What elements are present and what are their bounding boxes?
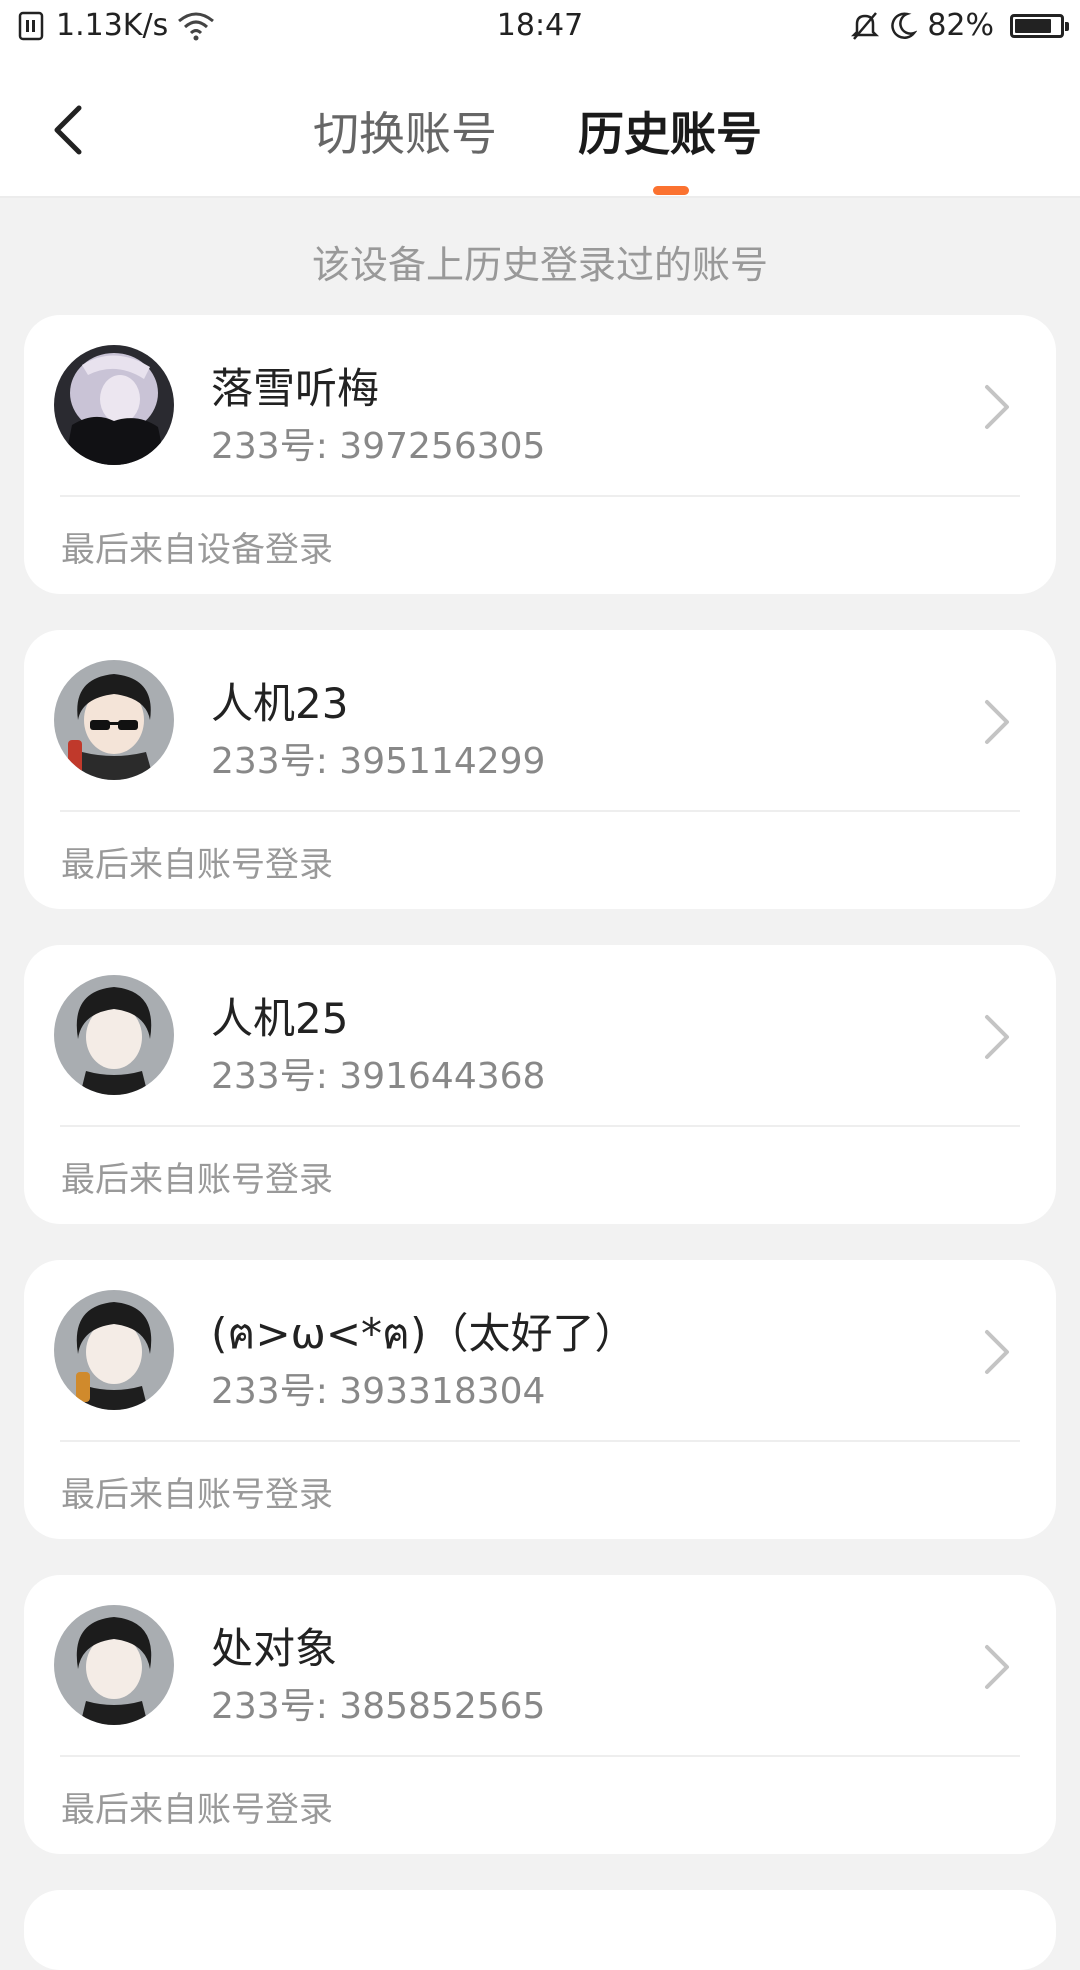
battery-percent: 82% bbox=[927, 8, 994, 43]
active-tab-indicator bbox=[653, 186, 689, 195]
page-subtitle: 该设备上历史登录过的账号 bbox=[311, 243, 768, 287]
account-card-header[interactable]: (ฅ>ω<*ฅ)（太好了） 233号: 393318304 bbox=[24, 1260, 1056, 1441]
account-id: 397256305 bbox=[339, 426, 546, 467]
tab-switch-account[interactable]: 切换账号 bbox=[313, 98, 497, 164]
account-id-label: 233号: bbox=[211, 1056, 340, 1097]
back-button[interactable] bbox=[40, 94, 96, 166]
battery-level bbox=[1015, 18, 1051, 33]
tab-history-account[interactable]: 历史账号 bbox=[578, 98, 762, 164]
account-id-row: 233号: 397256305 bbox=[211, 417, 545, 469]
account-id-row: 233号: 393318304 bbox=[211, 1362, 545, 1414]
divider bbox=[60, 1125, 1020, 1127]
chevron-right-icon bbox=[985, 385, 1009, 429]
status-bar: 1.13K/s 18:47 82% bbox=[0, 0, 1080, 58]
account-id: 391644368 bbox=[339, 1056, 546, 1097]
account-id-row: 233号: 391644368 bbox=[211, 1047, 545, 1099]
account-card-header[interactable]: 人机25 233号: 391644368 bbox=[24, 945, 1056, 1126]
account-card[interactable]: 人机23 233号: 395114299 最后来自账号登录 bbox=[24, 630, 1056, 909]
account-name: (ฅ>ω<*ฅ)（太好了） bbox=[211, 1309, 637, 1358]
account-name: 落雪听梅 bbox=[211, 364, 380, 413]
account-id-label: 233号: bbox=[211, 741, 340, 782]
default-avatar-image bbox=[54, 1290, 174, 1410]
last-login-note: 最后来自账号登录 bbox=[61, 1790, 333, 1830]
last-login-note: 最后来自账号登录 bbox=[61, 1160, 333, 1200]
divider bbox=[60, 810, 1020, 812]
moon-icon bbox=[891, 11, 918, 39]
avatar bbox=[54, 345, 174, 465]
top-nav: 切换账号 历史账号 bbox=[0, 58, 1080, 198]
dark-hood-avatar-image bbox=[54, 345, 174, 465]
account-card-header[interactable]: 落雪听梅 233号: 397256305 bbox=[24, 315, 1056, 496]
divider bbox=[60, 495, 1020, 497]
divider bbox=[60, 1440, 1020, 1442]
divider bbox=[60, 1755, 1020, 1757]
avatar bbox=[54, 975, 174, 1095]
avatar bbox=[54, 660, 174, 780]
account-id: 395114299 bbox=[339, 741, 546, 782]
default-avatar-image bbox=[54, 975, 174, 1095]
battery-icon bbox=[1010, 13, 1069, 38]
last-login-note: 最后来自账号登录 bbox=[61, 845, 333, 885]
default-avatar-image bbox=[54, 1605, 174, 1725]
account-id-row: 233号: 385852565 bbox=[211, 1677, 545, 1729]
chevron-right-icon bbox=[985, 1015, 1009, 1059]
sunglasses-avatar-image bbox=[54, 660, 174, 780]
status-right: 82% bbox=[851, 8, 1069, 43]
account-name: 人机25 bbox=[211, 994, 349, 1043]
account-id: 385852565 bbox=[339, 1686, 546, 1727]
account-name: 处对象 bbox=[211, 1624, 338, 1673]
account-id-label: 233号: bbox=[211, 1371, 340, 1412]
chevron-right-icon bbox=[985, 1645, 1009, 1689]
account-id-label: 233号: bbox=[211, 426, 340, 467]
account-card[interactable]: (ฅ>ω<*ฅ)（太好了） 233号: 393318304 最后来自账号登录 bbox=[24, 1260, 1056, 1539]
account-card[interactable]: 落雪听梅 233号: 397256305 最后来自设备登录 bbox=[24, 315, 1056, 594]
avatar bbox=[54, 1290, 174, 1410]
bell-muted-icon bbox=[851, 11, 880, 40]
account-name: 人机23 bbox=[211, 679, 349, 728]
last-login-note: 最后来自账号登录 bbox=[61, 1475, 333, 1515]
last-login-note: 最后来自设备登录 bbox=[61, 530, 333, 570]
account-id-row: 233号: 395114299 bbox=[211, 732, 545, 784]
account-id: 393318304 bbox=[339, 1371, 546, 1412]
account-card[interactable]: 人机25 233号: 391644368 最后来自账号登录 bbox=[24, 945, 1056, 1224]
account-card-partial[interactable] bbox=[24, 1890, 1056, 1970]
account-list: 落雪听梅 233号: 397256305 最后来自设备登录 人机23 233号:… bbox=[24, 315, 1056, 1890]
chevron-right-icon bbox=[985, 1330, 1009, 1374]
chevron-left-icon bbox=[54, 105, 82, 155]
avatar bbox=[54, 1605, 174, 1725]
chevron-right-icon bbox=[985, 700, 1009, 744]
account-card-header[interactable]: 人机23 233号: 395114299 bbox=[24, 630, 1056, 811]
account-card-header[interactable]: 处对象 233号: 385852565 bbox=[24, 1575, 1056, 1756]
account-id-label: 233号: bbox=[211, 1686, 340, 1727]
account-card[interactable]: 处对象 233号: 385852565 最后来自账号登录 bbox=[24, 1575, 1056, 1854]
